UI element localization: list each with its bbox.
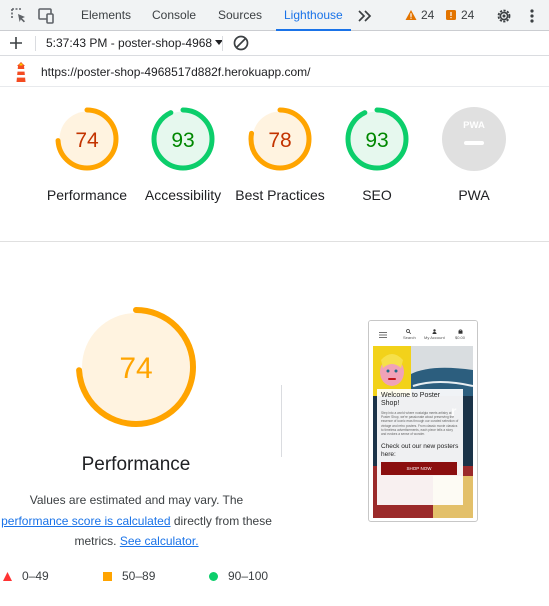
account-icon [432, 329, 437, 334]
fail-triangle-icon [3, 572, 12, 582]
section-divider [281, 385, 282, 457]
lighthouse-toolbar: 5:37:43 PM - poster-shop-4968 [0, 31, 549, 56]
gauge-label: PWA [458, 187, 490, 203]
score-ring: 78 [248, 107, 312, 171]
gauge-score: 93 [171, 129, 194, 152]
category-gauges: 74 Performance 93 Accessibility 78 Best … [0, 88, 549, 242]
screenshot-shop-now-button: SHOP NOW [381, 462, 457, 476]
gauge-pwa[interactable]: PWA PWA [424, 106, 524, 205]
report-url[interactable]: https://poster-shop-4968517d882f.herokua… [41, 57, 311, 87]
inspect-element-icon[interactable] [9, 6, 29, 26]
final-screenshot-thumbnail[interactable]: Search My Account $0.00 r Welcome to Pos… [368, 320, 478, 522]
issues-count: 24 [461, 8, 475, 22]
screenshot-welcome-card: Welcome to Poster Shop! Step into a worl… [377, 389, 463, 505]
gauge-score: 74 [75, 129, 99, 152]
screenshot-body: Step into a world where nostalgia meets … [381, 411, 459, 437]
gauge-label: Accessibility [144, 187, 222, 203]
report-url-bar: https://poster-shop-4968517d882f.herokua… [0, 57, 549, 87]
issue-icon [446, 10, 456, 20]
toolbar-divider [35, 36, 36, 51]
toolbar-divider [222, 36, 223, 51]
device-toolbar-icon[interactable] [36, 6, 56, 26]
report-selector-label: 5:37:43 PM - poster-shop-4968 [46, 36, 213, 50]
screenshot-nav-bag: $0.00 [455, 335, 466, 340]
clear-reports-icon[interactable] [231, 33, 251, 53]
gauge-label: SEO [362, 187, 392, 203]
tab-console[interactable]: Console [152, 0, 196, 31]
tab-sources[interactable]: Sources [218, 0, 262, 31]
bag-icon [458, 329, 463, 334]
screenshot-heading: Welcome to Poster Shop! [381, 392, 441, 407]
big-score: 74 [119, 352, 152, 385]
lighthouse-logo-icon [11, 60, 31, 88]
screenshot-hero-image: r Welcome to Poster Shop! Step into a wo… [373, 346, 473, 518]
score-ring: 93 [345, 107, 409, 171]
legend-range: 90–100 [228, 569, 269, 583]
devtools-tabbar: Elements Console Sources Lighthouse 24 2… [0, 0, 549, 31]
screenshot-nav-search: Search [403, 335, 416, 340]
legend-average: 50–89 [103, 566, 155, 586]
gauge-score: 93 [365, 129, 388, 152]
average-square-icon [103, 572, 112, 582]
gauge-seo[interactable]: 93 SEO [327, 106, 427, 205]
legend-fail: 0–49 [3, 566, 49, 586]
screenshot-nav-account: My Account [424, 335, 445, 340]
legend-range: 0–49 [22, 569, 49, 583]
performance-title: Performance [81, 454, 191, 475]
score-ring: 74 [55, 107, 119, 171]
see-calculator-link[interactable]: See calculator. [120, 534, 199, 548]
performance-note: Values are estimated and may vary. The p… [0, 490, 273, 552]
issues-badge[interactable]: 24 [445, 0, 474, 31]
search-icon [406, 329, 411, 334]
pwa-badge-text: PWA [463, 120, 485, 131]
more-tabs-icon[interactable] [355, 6, 375, 26]
tab-elements[interactable]: Elements [81, 0, 131, 31]
legend-range: 50–89 [122, 569, 156, 583]
report-selector[interactable]: 5:37:43 PM - poster-shop-4968 [46, 31, 224, 56]
score-ring: 74 [76, 307, 196, 427]
warnings-count: 24 [421, 8, 435, 22]
gauge-performance[interactable]: 74 Performance [37, 106, 137, 205]
note-text: Values are estimated and may vary. The [29, 493, 244, 507]
pwa-badge-icon: PWA [442, 107, 506, 171]
score-ring: 93 [151, 107, 215, 171]
gauge-score: 78 [268, 129, 291, 152]
menu-icon [379, 332, 387, 338]
legend-pass: 90–100 [209, 566, 268, 586]
performance-score-link[interactable]: performance score is calculated [1, 514, 170, 528]
performance-big-gauge: 74 [74, 305, 198, 429]
more-options-icon[interactable] [522, 6, 542, 26]
new-report-plus-icon[interactable] [6, 33, 26, 53]
settings-gear-icon[interactable] [494, 6, 514, 26]
gauge-accessibility[interactable]: 93 Accessibility [133, 106, 233, 205]
pass-circle-icon [209, 572, 218, 582]
warnings-badge[interactable]: 24 [405, 0, 434, 31]
warning-icon [405, 10, 417, 20]
screenshot-header: Search My Account $0.00 [369, 321, 477, 345]
tab-lighthouse[interactable]: Lighthouse [276, 0, 351, 31]
gauge-label: Performance [46, 187, 128, 203]
gauge-best-practices[interactable]: 78 Best Practices [230, 106, 330, 205]
screenshot-subheading: Check out our new posters here: [381, 443, 459, 458]
gauge-label: Best Practices [235, 187, 325, 203]
